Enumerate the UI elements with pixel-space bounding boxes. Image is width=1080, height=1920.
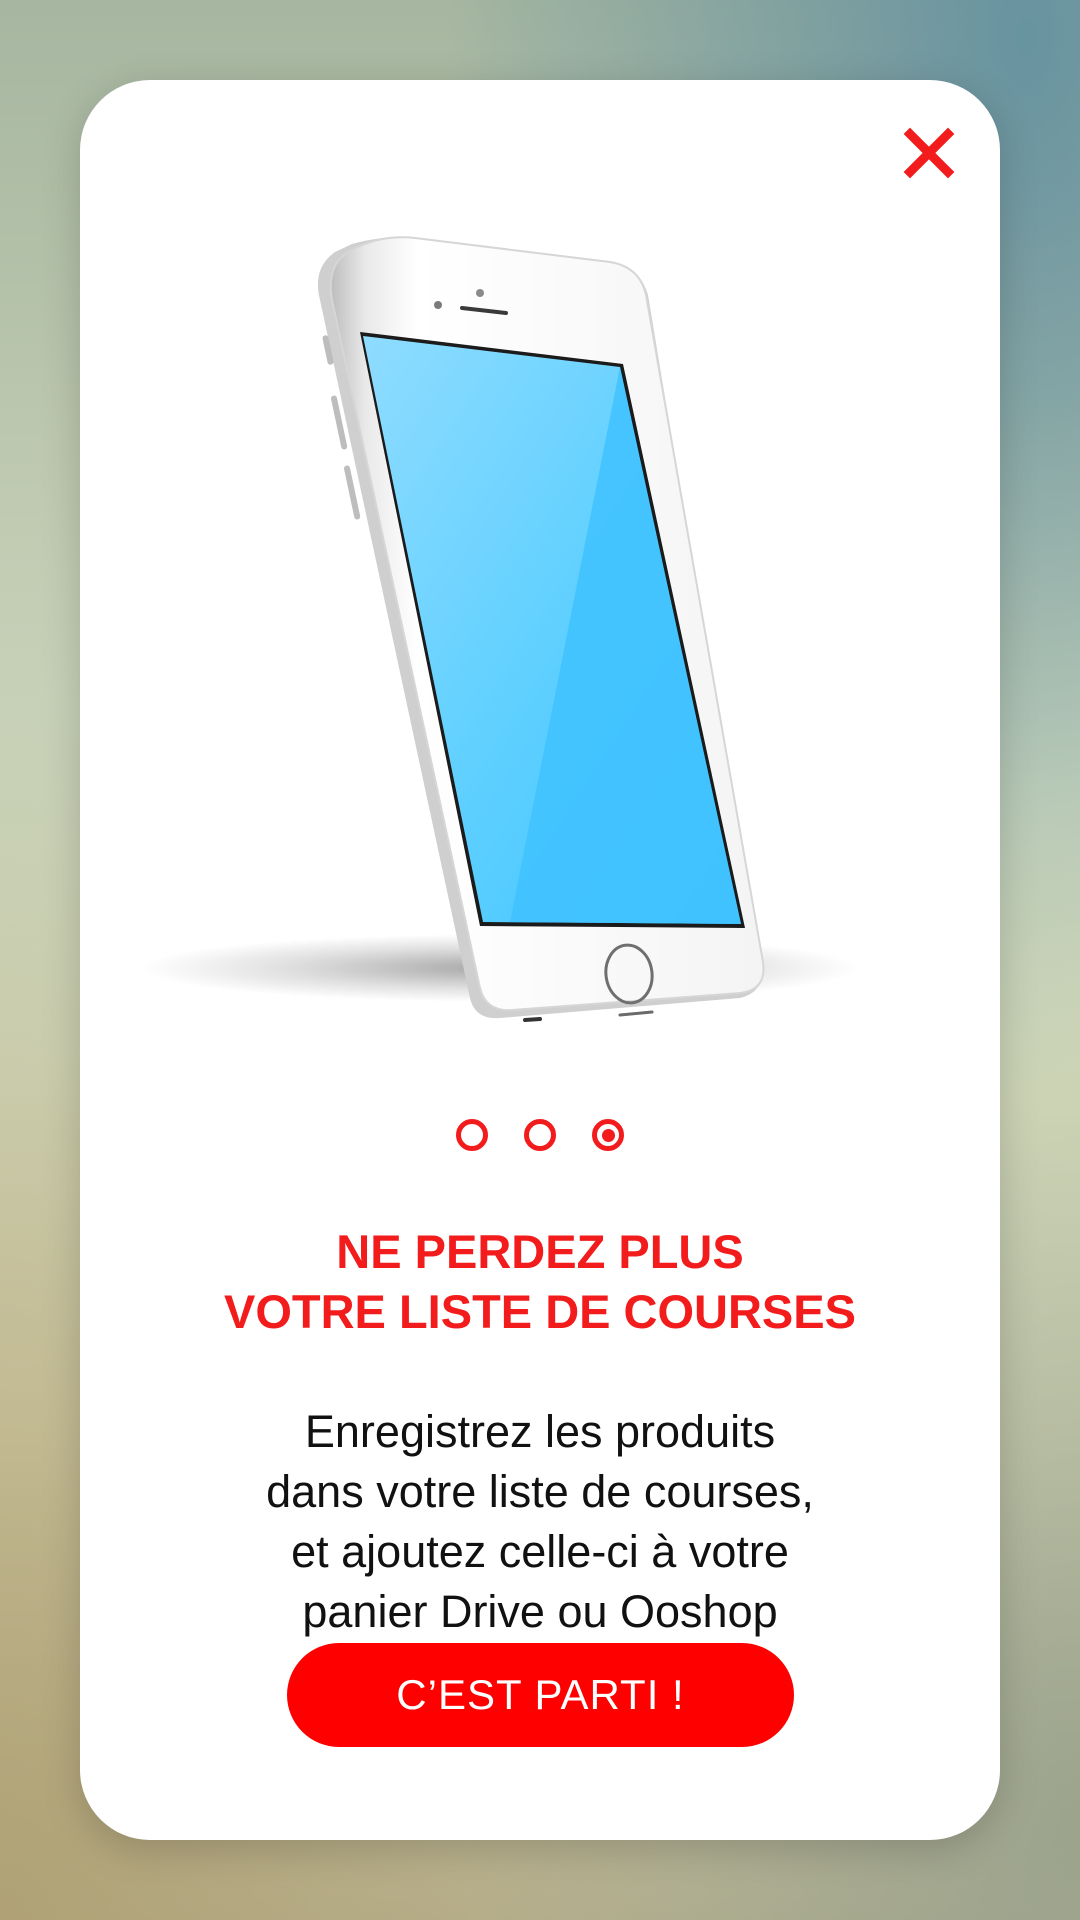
title-line-2: VOTRE LISTE DE COURSES xyxy=(224,1285,856,1338)
carousel-dot-1[interactable] xyxy=(456,1119,488,1151)
dialog-description: Enregistrez les produits dans votre list… xyxy=(80,1402,1000,1642)
description-line-1: Enregistrez les produits xyxy=(304,1406,776,1457)
carousel-indicator xyxy=(80,1113,1000,1157)
dialog-title: NE PERDEZ PLUS VOTRE LISTE DE COURSES xyxy=(80,1222,1000,1342)
carousel-dot-2[interactable] xyxy=(524,1119,556,1151)
start-button[interactable]: C’EST PARTI ! xyxy=(287,1643,794,1747)
title-line-1: NE PERDEZ PLUS xyxy=(336,1225,744,1278)
description-line-3: et ajoutez celle-ci à votre xyxy=(291,1526,789,1577)
description-line-2: dans votre liste de courses, xyxy=(266,1466,814,1517)
phone-illustration xyxy=(80,140,1000,1060)
onboarding-dialog: NE PERDEZ PLUS VOTRE LISTE DE COURSES En… xyxy=(80,80,1000,1840)
description-line-4: panier Drive ou Ooshop xyxy=(302,1586,778,1637)
carousel-dot-3-active[interactable] xyxy=(592,1119,624,1151)
